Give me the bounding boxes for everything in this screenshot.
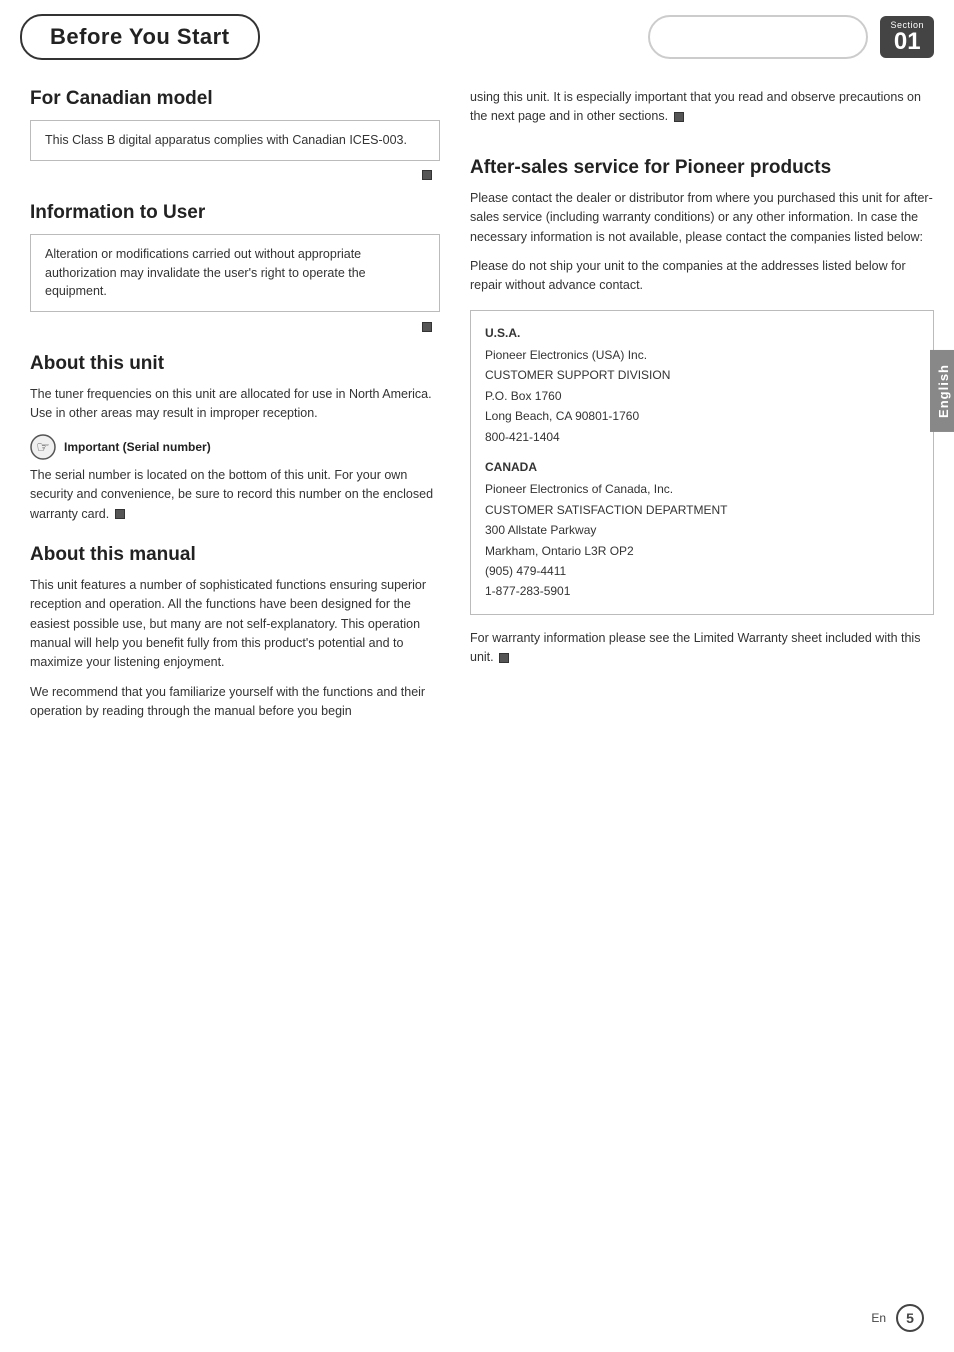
end-marker-icon-3 bbox=[115, 509, 125, 519]
about-unit-heading: About this unit bbox=[30, 353, 440, 375]
information-user-section: Information to User Alteration or modifi… bbox=[30, 202, 440, 333]
end-marker-icon bbox=[422, 170, 432, 180]
canadian-model-section: For Canadian model This Class B digital … bbox=[30, 88, 440, 182]
canada-line6: 1-877-283-5901 bbox=[485, 581, 919, 601]
important-row: ☞ Important (Serial number) bbox=[30, 434, 440, 460]
usa-label: U.S.A. bbox=[485, 323, 919, 343]
usa-section: U.S.A. Pioneer Electronics (USA) Inc. CU… bbox=[485, 323, 919, 447]
right-column: using this unit. It is especially import… bbox=[460, 80, 954, 732]
canada-label: CANADA bbox=[485, 457, 919, 477]
language-tab: English bbox=[930, 350, 954, 432]
end-marker-icon-4 bbox=[674, 112, 684, 122]
page-header: Before You Start Section 01 bbox=[0, 0, 954, 60]
canadian-model-box: This Class B digital apparatus complies … bbox=[30, 120, 440, 161]
end-marker-icon-2 bbox=[422, 322, 432, 332]
canadian-model-heading: For Canadian model bbox=[30, 88, 440, 110]
page-number-badge: 5 bbox=[896, 1304, 924, 1332]
after-sales-body1: Please contact the dealer or distributor… bbox=[470, 189, 934, 247]
canada-line4: Markham, Ontario L3R OP2 bbox=[485, 541, 919, 561]
canadian-model-end bbox=[30, 167, 440, 182]
important-label: Important (Serial number) bbox=[64, 440, 211, 454]
usa-line5: 800-421-1404 bbox=[485, 427, 919, 447]
about-unit-serial-body: The serial number is located on the bott… bbox=[30, 466, 440, 524]
information-user-heading: Information to User bbox=[30, 202, 440, 224]
footer-en-label: En bbox=[871, 1311, 886, 1325]
usa-line2: CUSTOMER SUPPORT DIVISION bbox=[485, 365, 919, 385]
intro-continuation: using this unit. It is especially import… bbox=[470, 88, 934, 127]
canada-line3: 300 Allstate Parkway bbox=[485, 520, 919, 540]
after-sales-section: After-sales service for Pioneer products… bbox=[470, 157, 934, 668]
about-unit-section: About this unit The tuner frequencies on… bbox=[30, 353, 440, 524]
usa-line3: P.O. Box 1760 bbox=[485, 386, 919, 406]
about-unit-body: The tuner frequencies on this unit are a… bbox=[30, 385, 440, 424]
warranty-text: For warranty information please see the … bbox=[470, 629, 934, 668]
page-footer: En 5 bbox=[871, 1304, 924, 1332]
usa-line1: Pioneer Electronics (USA) Inc. bbox=[485, 345, 919, 365]
page-title: Before You Start bbox=[20, 14, 260, 60]
main-content: For Canadian model This Class B digital … bbox=[0, 70, 954, 752]
header-section-box bbox=[648, 15, 868, 59]
left-column: For Canadian model This Class B digital … bbox=[0, 80, 460, 732]
canada-line2: CUSTOMER SATISFACTION DEPARTMENT bbox=[485, 500, 919, 520]
end-marker-icon-5 bbox=[499, 653, 509, 663]
about-manual-heading: About this manual bbox=[30, 544, 440, 566]
canada-section: CANADA Pioneer Electronics of Canada, In… bbox=[485, 457, 919, 602]
canada-line1: Pioneer Electronics of Canada, Inc. bbox=[485, 479, 919, 499]
important-icon: ☞ bbox=[30, 434, 56, 460]
section-badge: Section 01 bbox=[880, 16, 934, 59]
canada-line5: (905) 479-4411 bbox=[485, 561, 919, 581]
information-user-end bbox=[30, 318, 440, 333]
about-manual-body1: This unit features a number of sophistic… bbox=[30, 576, 440, 673]
about-manual-section: About this manual This unit features a n… bbox=[30, 544, 440, 722]
usa-line4: Long Beach, CA 90801-1760 bbox=[485, 406, 919, 426]
section-number: 01 bbox=[894, 30, 921, 54]
after-sales-body2: Please do not ship your unit to the comp… bbox=[470, 257, 934, 296]
svg-text:☞: ☞ bbox=[36, 439, 49, 456]
information-user-box: Alteration or modifications carried out … bbox=[30, 234, 440, 312]
about-manual-body2: We recommend that you familiarize yourse… bbox=[30, 683, 440, 722]
after-sales-heading: After-sales service for Pioneer products bbox=[470, 157, 934, 179]
contact-box: U.S.A. Pioneer Electronics (USA) Inc. CU… bbox=[470, 310, 934, 615]
header-right: Section 01 bbox=[648, 15, 934, 59]
